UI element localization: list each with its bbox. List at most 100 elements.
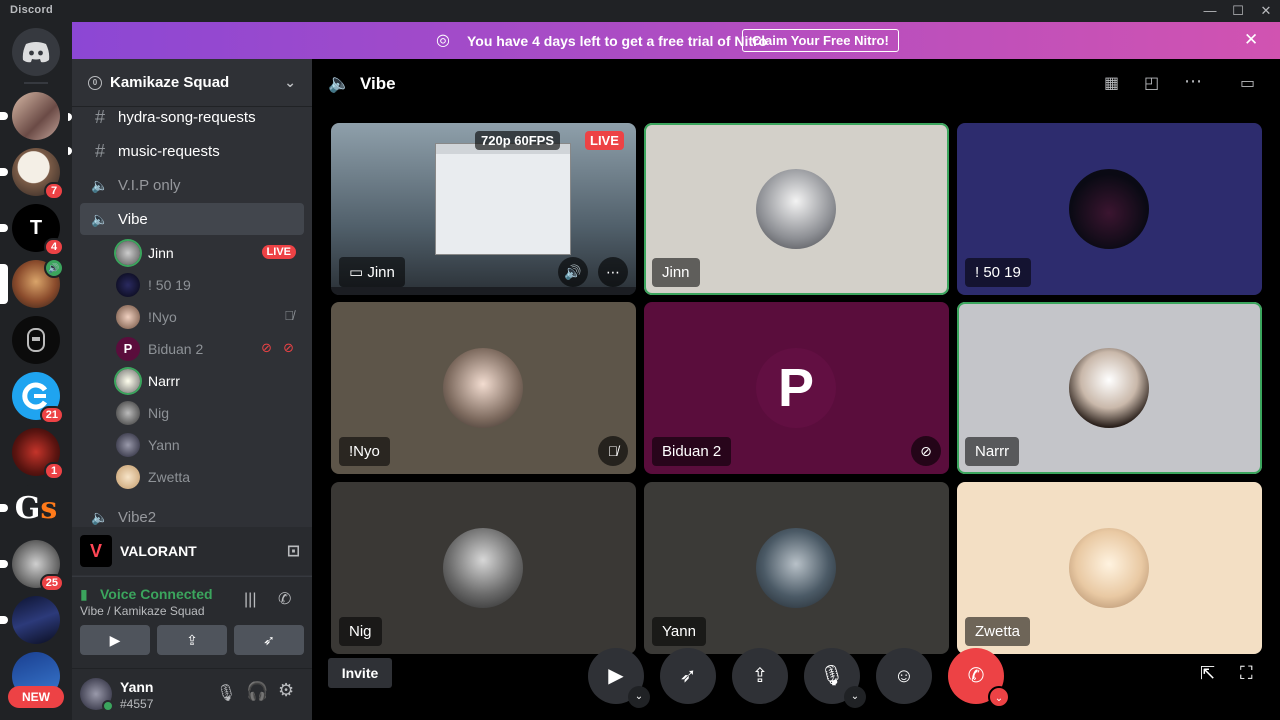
chevron-down-icon[interactable]: ⌄ — [988, 686, 1010, 708]
avatar — [756, 169, 836, 249]
guild-icon[interactable] — [0, 596, 60, 644]
app-name: Discord — [10, 4, 54, 16]
disconnect-icon[interactable]: ✆ — [278, 589, 291, 609]
live-badge: LIVE — [261, 245, 296, 259]
channel-vip-only[interactable]: 🔈 V.I.P only — [80, 169, 304, 201]
disconnect-button[interactable]: ✆ ⌄ — [948, 648, 1010, 708]
claim-nitro-button[interactable]: Claim Your Free Nitro! — [742, 29, 899, 52]
screen-share-button[interactable]: ⇪ — [732, 648, 788, 704]
mention-badge: 25 — [39, 574, 64, 592]
screen-share-icon: ⇪ — [186, 632, 198, 648]
hashtag-icon: # — [94, 140, 105, 161]
speaker-icon: 🔈 — [91, 176, 109, 193]
speaker-icon: 🔈 — [328, 73, 351, 93]
voice-user[interactable]: ! 50 19 — [116, 270, 302, 300]
soundboard-button[interactable]: ☺ — [876, 648, 932, 704]
channel-vibe[interactable]: 🔈 Vibe — [80, 203, 304, 235]
guild-divider — [24, 82, 48, 84]
guild-icon[interactable] — [0, 92, 60, 140]
avatar — [443, 528, 523, 608]
video-button[interactable]: ▶ — [80, 625, 150, 655]
guild-icon[interactable]: T 4 — [0, 204, 64, 256]
guild-icon[interactable]: 21 — [12, 372, 64, 424]
game-name: VALORANT — [120, 543, 197, 559]
screen-share-icon[interactable]: ⊡ — [287, 541, 300, 561]
hashtag-icon: # — [94, 106, 105, 127]
stream-taskbar — [331, 287, 636, 295]
grid-layout-icon[interactable]: ▦ — [1104, 73, 1119, 93]
popout-icon[interactable]: ⇱ — [1200, 663, 1215, 684]
mention-badge: 21 — [39, 406, 64, 424]
activity-button[interactable]: ➶ — [234, 625, 304, 655]
call-view: 🔈 Vibe ▦ ◰ ⋯ ▭ 720p 60FPS LIVE ▭ Jinn 🔊 … — [312, 59, 1280, 720]
more-options-icon[interactable]: ⋯ — [598, 257, 628, 287]
avatar — [116, 401, 140, 425]
guild-icon[interactable]: 🔊 — [0, 258, 64, 308]
popout-icon[interactable]: ◰ — [1144, 73, 1159, 93]
volume-icon[interactable]: 🔊 — [558, 257, 588, 287]
chat-icon[interactable]: ▭ — [1240, 73, 1255, 93]
guild-icon[interactable]: 7 — [0, 148, 64, 200]
voice-user[interactable]: Jinn LIVE — [116, 238, 302, 268]
chevron-down-icon[interactable]: ⌄ — [844, 686, 866, 708]
participant-tile[interactable]: P Biduan 2 ⊘ — [644, 302, 949, 474]
screen-share-button[interactable]: ⇪ — [157, 625, 227, 655]
speaker-icon: 🔈 — [91, 210, 109, 227]
voice-location[interactable]: Vibe / Kamikaze Squad — [80, 604, 205, 618]
chevron-down-icon[interactable]: ⌄ — [628, 686, 650, 708]
tile-name: !Nyo — [339, 437, 390, 466]
participant-tile[interactable]: Narrr — [957, 302, 1262, 474]
channel-hydra-song-requests[interactable]: # hydra-song-requests — [80, 101, 304, 133]
invite-button[interactable]: Invite — [328, 658, 392, 688]
participant-tile[interactable]: Yann — [644, 482, 949, 654]
tile-name: Narrr — [965, 437, 1020, 466]
home-button[interactable] — [12, 28, 60, 76]
guild-icon[interactable]: Gs — [0, 484, 60, 532]
voice-user[interactable]: Nig — [116, 398, 302, 428]
guild-icon[interactable]: 25 — [0, 540, 64, 592]
signal-icon[interactable]: ▮ — [80, 586, 88, 603]
voice-user[interactable]: Narrr — [116, 366, 302, 396]
fullscreen-icon[interactable]: ⛶ — [1240, 663, 1253, 684]
camera-button[interactable]: ▶ ⌄ — [588, 648, 650, 708]
more-options-icon[interactable]: ⋯ — [1184, 71, 1202, 92]
headphones-icon[interactable]: 🎧 — [246, 681, 268, 702]
chevron-down-icon: ⌄ — [284, 74, 296, 90]
participant-tile[interactable]: !Nyo 🎙̸ — [331, 302, 636, 474]
voice-user[interactable]: !Nyo 🎙̸ — [116, 302, 302, 332]
boost-icon: 0 — [88, 75, 102, 90]
participant-tile[interactable]: Nig — [331, 482, 636, 654]
activity-button[interactable]: ➶ — [660, 648, 716, 704]
nitro-message: You have 4 days left to get a free trial… — [467, 33, 768, 49]
close-banner-icon[interactable]: ✕ — [1244, 30, 1258, 50]
guild-icon[interactable]: 1 — [12, 428, 64, 480]
camera-icon: ▶ — [109, 632, 121, 648]
participant-tile[interactable]: Zwetta — [957, 482, 1262, 654]
activity-bar: V VALORANT ⊡ — [72, 527, 312, 575]
channel-music-requests[interactable]: # music-requests — [80, 135, 304, 167]
participant-tile[interactable]: ! 50 19 — [957, 123, 1262, 295]
avatar — [1069, 528, 1149, 608]
mention-badge: 4 — [44, 238, 64, 256]
avatar — [116, 305, 140, 329]
close-window-button[interactable]: ✕ — [1250, 0, 1280, 22]
new-badge: NEW — [8, 686, 64, 708]
smile-icon: ☺ — [893, 665, 915, 687]
microphone-button[interactable]: 🎙 ⌄ — [804, 648, 866, 708]
server-header[interactable]: 0 Kamikaze Squad ⌄ — [72, 59, 312, 107]
microphone-icon[interactable]: 🎙 — [216, 683, 236, 703]
stream-tile[interactable]: 720p 60FPS LIVE ▭ Jinn 🔊 ⋯ — [331, 123, 636, 295]
voice-user[interactable]: P Biduan 2 ⊘ ⊘ — [116, 334, 302, 364]
online-status-icon — [102, 700, 114, 712]
deafened-icon: ⊘ — [911, 436, 941, 466]
gear-icon[interactable]: ⚙ — [278, 680, 294, 701]
unread-pill — [0, 224, 8, 232]
voice-user[interactable]: Yann — [116, 430, 302, 460]
participant-tile[interactable]: Jinn — [644, 123, 949, 295]
voice-status[interactable]: Voice Connected — [100, 586, 213, 602]
noise-suppression-icon[interactable]: ||| — [244, 591, 256, 609]
stream-preview — [435, 143, 571, 255]
stream-quality: 720p 60FPS — [475, 131, 560, 150]
voice-user[interactable]: Zwetta — [116, 462, 302, 492]
guild-icon[interactable] — [12, 316, 60, 364]
